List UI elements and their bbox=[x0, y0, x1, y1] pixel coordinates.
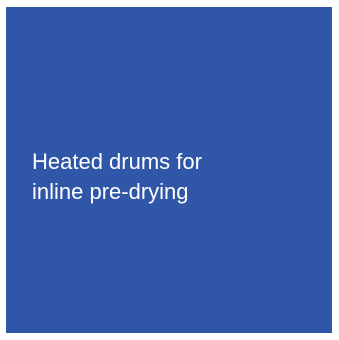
process-step-label: Heated drums for inline pre-drying bbox=[32, 147, 322, 207]
process-step-label-line-2: inline pre-drying bbox=[32, 179, 189, 204]
process-step-box: Heated drums for inline pre-drying bbox=[6, 7, 332, 333]
process-step-label-line-1: Heated drums for bbox=[32, 149, 202, 174]
